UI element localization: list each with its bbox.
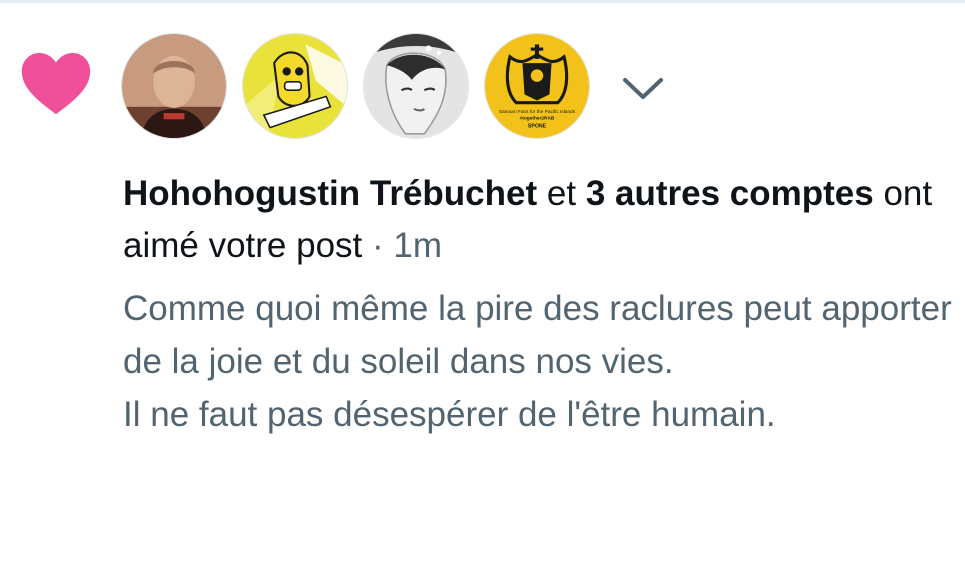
time-separator: · <box>372 226 384 265</box>
post-text[interactable]: Comme quoi même la pire des raclures peu… <box>123 282 953 441</box>
emblem-brand: SPONE <box>528 124 547 130</box>
heart-icon <box>21 53 91 115</box>
like-notification[interactable]: Samoan Fans for the Pacific Islands #tog… <box>0 0 965 563</box>
chevron-down-icon[interactable] <box>619 70 667 106</box>
avatar-row: Samoan Fans for the Pacific Islands #tog… <box>121 33 605 139</box>
notification-summary: Hohohogustin Trébuchet et 3 autres compt… <box>123 168 943 272</box>
avatar-grey-woman-illustration[interactable] <box>363 33 469 139</box>
timestamp: 1m <box>393 226 443 265</box>
connector-text: et <box>546 174 577 213</box>
others-count[interactable]: 3 autres comptes <box>586 174 874 213</box>
actor-name[interactable]: Hohohogustin Trébuchet <box>123 174 537 213</box>
emblem-caption: Samoan Fans for the Pacific Islands <box>499 109 576 115</box>
avatar-sepia-portrait[interactable] <box>121 33 227 139</box>
avatar-yellow-emblem[interactable]: Samoan Fans for the Pacific Islands #tog… <box>484 33 590 139</box>
avatar-yellow-cartoon[interactable] <box>242 33 348 139</box>
emblem-hashtag: #together2RAB <box>520 115 555 121</box>
